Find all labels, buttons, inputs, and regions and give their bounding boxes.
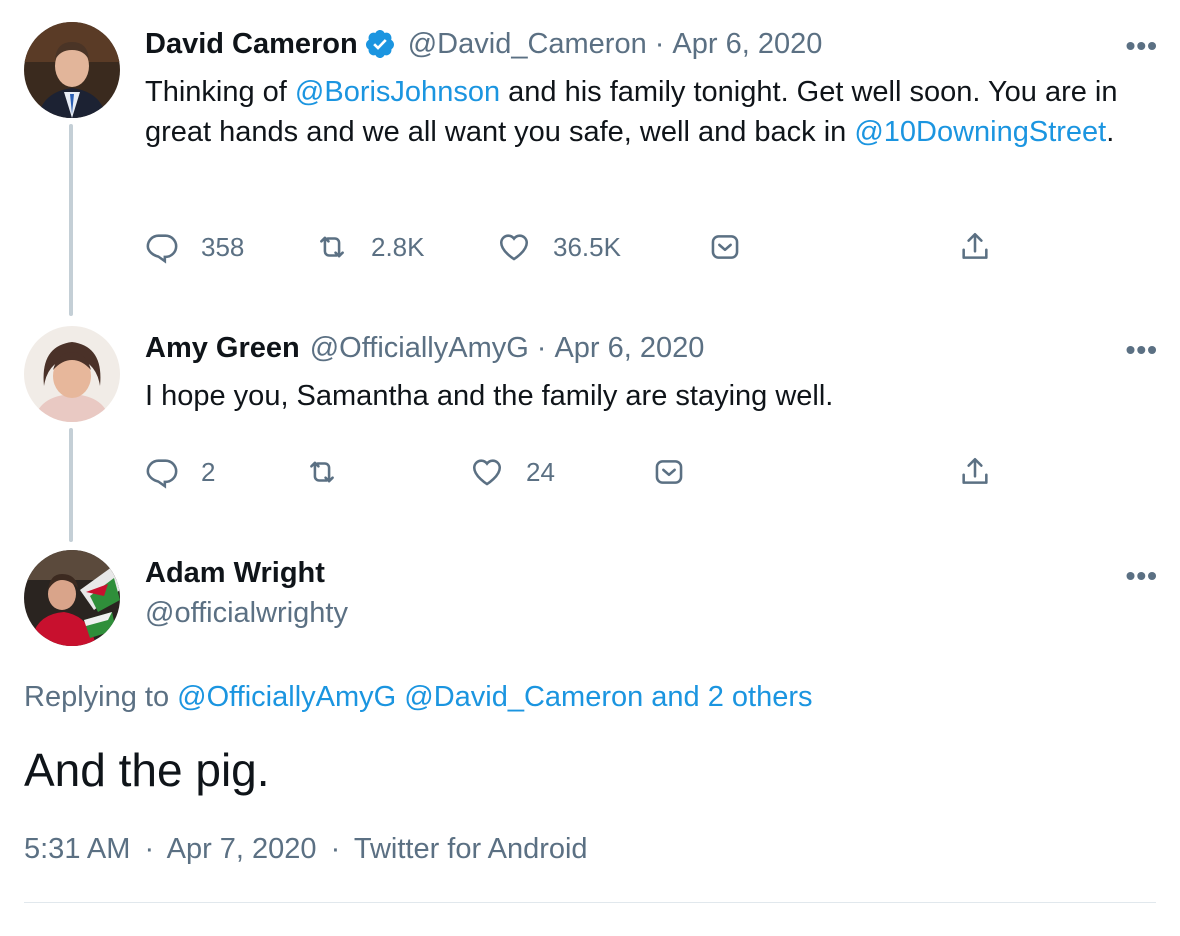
- separator: ·: [654, 27, 665, 60]
- avatar-adam-wright[interactable]: [24, 550, 120, 646]
- mention-link[interactable]: @BorisJohnson: [295, 76, 500, 108]
- text-segment: Thinking of: [145, 76, 295, 108]
- like-button[interactable]: 24: [470, 455, 555, 489]
- share-icon: [958, 455, 992, 489]
- replying-to: Replying to @OfficiallyAmyG @David_Camer…: [24, 681, 813, 714]
- retweet-button[interactable]: [305, 455, 361, 489]
- like-icon: [497, 230, 531, 264]
- like-count: 36.5K: [553, 231, 621, 262]
- more-options-button[interactable]: •••: [1126, 334, 1158, 366]
- tweet-date[interactable]: Apr 6, 2020: [672, 28, 822, 61]
- reply-button[interactable]: 358: [145, 230, 244, 264]
- mention-link[interactable]: @10DowningStreet: [854, 116, 1106, 148]
- reply-icon: [145, 230, 179, 264]
- retweet-count: 2.8K: [371, 231, 425, 262]
- thread-line: [69, 428, 73, 542]
- retweet-button[interactable]: 2.8K: [315, 230, 425, 264]
- like-icon: [470, 455, 504, 489]
- like-count: 24: [526, 456, 555, 487]
- reply-count: 2: [201, 456, 216, 487]
- share-icon: [958, 230, 992, 264]
- author-name[interactable]: Adam Wright: [145, 557, 325, 590]
- author-handle[interactable]: @OfficiallyAmyG: [310, 332, 529, 365]
- tweet-time[interactable]: 5:31 AM: [24, 833, 130, 865]
- separator: ·: [144, 833, 155, 865]
- bookmark-caret-button[interactable]: [652, 455, 686, 489]
- more-options-button[interactable]: •••: [1126, 560, 1158, 592]
- more-options-button[interactable]: •••: [1126, 30, 1158, 62]
- bookmark-caret-button[interactable]: [708, 230, 742, 264]
- caret-box-icon: [652, 455, 686, 489]
- avatar-david-cameron[interactable]: [24, 22, 120, 118]
- reply-count: 358: [201, 231, 245, 262]
- like-button[interactable]: 36.5K: [497, 230, 621, 264]
- tweet-date[interactable]: Apr 6, 2020: [554, 332, 704, 365]
- separator: ·: [330, 833, 341, 865]
- author-handle[interactable]: @officialwrighty: [145, 597, 348, 630]
- tweet-timestamp: 5:31 AM · Apr 7, 2020 · Twitter for Andr…: [24, 833, 588, 866]
- tweet-date[interactable]: Apr 7, 2020: [167, 833, 317, 865]
- tweet-text: I hope you, Samantha and the family are …: [145, 380, 834, 412]
- replying-prefix: Replying to: [24, 681, 170, 713]
- tweet-source[interactable]: Twitter for Android: [354, 833, 588, 865]
- tweet-header: David Cameron @David_Cameron · Apr 6, 20…: [145, 25, 822, 63]
- divider: [24, 902, 1156, 903]
- author-name[interactable]: Amy Green: [145, 332, 300, 365]
- thread-line: [69, 124, 73, 316]
- reply-icon: [145, 455, 179, 489]
- author-name[interactable]: David Cameron: [145, 28, 358, 61]
- share-button[interactable]: [958, 230, 992, 264]
- main-tweet-text: And the pig.: [24, 744, 270, 796]
- separator: ·: [536, 331, 547, 364]
- tweet-text: Thinking of @BorisJohnson and his family…: [145, 72, 1155, 152]
- reply-button[interactable]: 2: [145, 455, 215, 489]
- caret-box-icon: [708, 230, 742, 264]
- verified-badge-icon: [364, 28, 396, 60]
- avatar-amy-green[interactable]: [24, 326, 120, 422]
- tweet-header: Amy Green @OfficiallyAmyG · Apr 6, 2020: [145, 329, 704, 367]
- retweet-icon: [315, 230, 349, 264]
- share-button[interactable]: [958, 455, 992, 489]
- author-handle[interactable]: @David_Cameron: [408, 28, 647, 61]
- replying-to-links[interactable]: @OfficiallyAmyG @David_Cameron and 2 oth…: [177, 681, 812, 713]
- text-segment: .: [1106, 116, 1115, 148]
- retweet-icon: [305, 455, 339, 489]
